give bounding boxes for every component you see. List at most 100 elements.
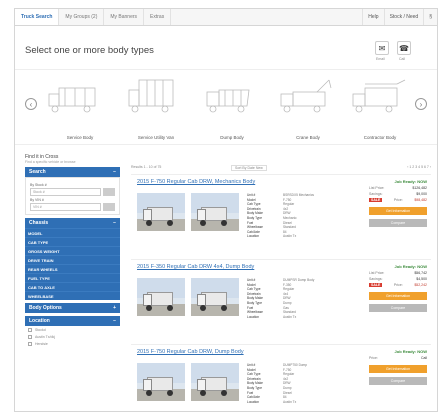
price-row: Savings: $9,000 xyxy=(369,192,427,196)
checkbox[interactable] xyxy=(28,327,32,332)
page-title: Select one or more body types xyxy=(25,45,154,56)
price-label: List Price: xyxy=(369,186,385,190)
spec-row: Location Austin Tx xyxy=(247,315,333,320)
filter-cab-to-axle[interactable]: CAB TO AXLE xyxy=(25,282,120,291)
vin-number-input[interactable]: VIN # xyxy=(30,203,101,211)
vin-field-label: By VIN # xyxy=(30,198,44,202)
body-type-label: Service Body xyxy=(66,135,94,140)
chevron-right-icon[interactable]: › xyxy=(415,98,427,110)
search-section-header[interactable]: Search − xyxy=(25,167,120,177)
location-option[interactable]: Stockd xyxy=(25,326,120,333)
sort-select[interactable]: Sort By Date New xyxy=(231,165,267,171)
spec-key: Location xyxy=(247,234,260,239)
stock-field-label: By Stock # xyxy=(30,183,47,187)
truck-photo[interactable] xyxy=(191,363,239,401)
body-type-service-utility-van[interactable]: Service Utility Van xyxy=(121,76,191,142)
result-card: 2015 F-750 Regular Cab DRW, Dump Body Un… xyxy=(131,344,431,411)
phone-icon[interactable]: ☎ xyxy=(397,41,411,55)
job-ready-status: Job Ready: NOW xyxy=(394,264,427,269)
expand-icon: + xyxy=(113,305,116,311)
stock-need-button[interactable]: Stock / Need xyxy=(383,9,424,25)
sidebar-subtitle: Find a specific vehicle or browse xyxy=(25,160,76,164)
tab-my-groups[interactable]: My Groups (2) xyxy=(59,9,105,25)
get-information-button[interactable]: Get Information xyxy=(369,292,427,300)
price-value: $52,242 xyxy=(414,283,427,287)
chevron-left-icon[interactable]: ‹ xyxy=(25,98,37,110)
location-option-label: Stockd xyxy=(35,327,46,332)
filter-wheelbase[interactable]: WHEELBASE xyxy=(25,291,120,300)
get-information-button[interactable]: Get Information xyxy=(369,365,427,373)
compare-button[interactable]: Compare xyxy=(369,219,427,227)
spec-value: Austin Tx xyxy=(283,314,297,319)
top-tab-bar: Truck Search My Groups (2) My Banners Ex… xyxy=(15,9,437,26)
chassis-header-label: Chassis xyxy=(29,220,49,226)
spec-table: Unit # BSRSDX5 Mechanics Model F-750 Cab Typ… xyxy=(247,193,333,239)
result-card: 2015 F-350 Regular Cab DRW 4x4, Dump Bod… xyxy=(131,259,431,342)
location-option[interactable]: Hendsie xyxy=(25,340,120,347)
price-row: List Price: $56,742 xyxy=(369,271,427,275)
location-option-label: Hendsie xyxy=(35,341,48,346)
vin-search-button[interactable] xyxy=(103,203,115,211)
search-panel: By Stock # Stock # By VIN # VIN # xyxy=(25,177,120,215)
tab-my-banners[interactable]: My Banners xyxy=(104,9,145,25)
checkbox[interactable] xyxy=(28,341,32,346)
call-label: Call xyxy=(399,57,406,61)
spec-row: Location Austin Tx xyxy=(247,400,333,405)
chassis-section-header[interactable]: Chassis − xyxy=(25,218,120,228)
pagination[interactable]: ‹ 1 2 3 4 5 6 7 › xyxy=(407,165,431,169)
truck-photo[interactable] xyxy=(137,278,185,316)
help-button[interactable]: Help xyxy=(362,9,383,25)
email-icon[interactable]: ✉ xyxy=(375,41,389,55)
result-title-link[interactable]: 2015 F-750 Regular Cab DRW, Mechanics Bo… xyxy=(137,179,255,185)
result-title-link[interactable]: 2015 F-350 Regular Cab DRW 4x4, Dump Bod… xyxy=(137,264,254,270)
checkbox[interactable] xyxy=(28,334,32,339)
service-body-illustration xyxy=(48,87,96,113)
contractor-body-illustration xyxy=(352,79,406,113)
spec-key: Location xyxy=(247,314,260,319)
sale-badge: SALE xyxy=(369,283,383,287)
print-button[interactable]: § xyxy=(423,9,437,25)
get-information-button[interactable]: Get Information xyxy=(369,207,427,215)
stock-search-button[interactable] xyxy=(103,188,115,196)
filter-drive-train[interactable]: DRIVE TRAIN xyxy=(25,255,120,264)
filter-gross-weight[interactable]: GROSS WEIGHT xyxy=(25,246,120,255)
body-type-label: Dump Body xyxy=(220,135,244,140)
utility-van-illustration xyxy=(128,79,174,113)
filter-rear-wheels[interactable]: REAR WHEELS xyxy=(25,264,120,273)
body-type-service-body[interactable]: Service Body xyxy=(45,76,115,142)
body-type-contractor-body[interactable]: Contractor Body xyxy=(345,76,415,142)
body-options-header[interactable]: Body Options + xyxy=(25,303,120,313)
collapse-icon: − xyxy=(113,318,116,324)
spec-value: Austin Tx xyxy=(283,399,297,404)
filter-model[interactable]: MODEL xyxy=(25,228,120,237)
truck-photo[interactable] xyxy=(191,278,239,316)
body-type-dump-body[interactable]: Dump Body xyxy=(197,76,267,142)
truck-photo[interactable] xyxy=(191,193,239,231)
compare-button[interactable]: Compare xyxy=(369,377,427,385)
price-row: Savings: $4,500 xyxy=(369,277,427,281)
location-header[interactable]: Location − xyxy=(25,316,120,326)
truck-photo[interactable] xyxy=(137,363,185,401)
tab-extras[interactable]: Extras xyxy=(144,9,172,25)
body-options-label: Body Options xyxy=(29,305,62,311)
tab-truck-search[interactable]: Truck Search xyxy=(15,9,60,25)
price-value: $126,482 xyxy=(412,186,427,190)
filter-cab-type[interactable]: CAB TYPE xyxy=(25,237,120,246)
price-value: $9,000 xyxy=(416,192,427,196)
result-title-link[interactable]: 2015 F-750 Regular Cab DRW, Dump Body xyxy=(137,349,244,355)
price-label: List Price: xyxy=(369,271,385,275)
filter-fuel-type[interactable]: FUEL TYPE xyxy=(25,273,120,282)
result-card: 2015 F-750 Regular Cab DRW, Mechanics Bo… xyxy=(131,174,431,257)
price-label: Savings: xyxy=(369,192,383,196)
body-type-crane-body[interactable]: Crane Body xyxy=(273,76,343,142)
compare-button[interactable]: Compare xyxy=(369,304,427,312)
results-count: Results 1 - 10 of 75 xyxy=(131,165,162,169)
location-option[interactable]: Austin Tx/dkj xyxy=(25,333,120,340)
collapse-icon: − xyxy=(113,220,116,226)
price-row: List Price: $126,482 xyxy=(369,186,427,190)
stock-number-input[interactable]: Stock # xyxy=(30,188,101,196)
price-block: Job Ready: NOW List Price: $56,742 Savings:… xyxy=(369,264,427,312)
body-type-label: Service Utility Van xyxy=(137,135,175,140)
truck-photo[interactable] xyxy=(137,193,185,231)
price-label: Price: xyxy=(393,198,403,202)
